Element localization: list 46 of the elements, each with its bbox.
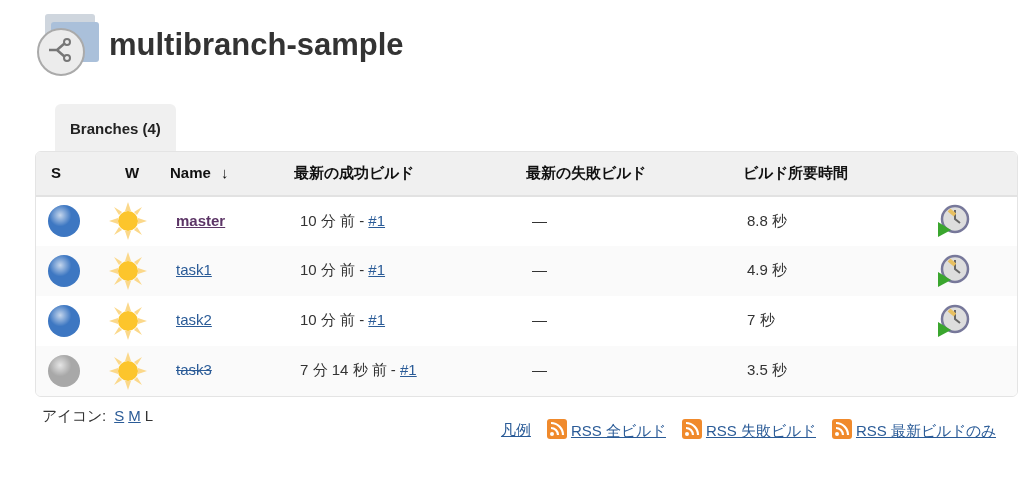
sun-icon xyxy=(108,250,148,291)
table-cell-text: 7 分 14 秒 前 - xyxy=(300,361,397,379)
rss-icon[interactable] xyxy=(681,418,702,439)
icon-size-link[interactable]: S xyxy=(114,406,125,424)
column-header: 最新の成功ビルド xyxy=(294,163,414,181)
branch-link[interactable]: master xyxy=(176,211,226,229)
icon-size-label: アイコン: xyxy=(42,406,107,424)
build-link[interactable]: #1 xyxy=(368,261,386,279)
sun-icon xyxy=(108,300,148,341)
branch-link[interactable]: task2 xyxy=(176,311,212,329)
table-cell: 8.8 秒 xyxy=(747,211,788,229)
table-cell: — xyxy=(532,361,547,379)
column-header: ビルド所要時間 xyxy=(743,163,848,181)
tab[interactable]: Branches (4) xyxy=(55,104,176,151)
sort-arrow-icon: ↓ xyxy=(221,163,229,181)
page-title: multibranch-sample xyxy=(109,25,404,64)
sun-icon xyxy=(108,201,148,241)
rss-link[interactable]: RSS 失敗ビルド xyxy=(705,421,816,439)
sun-icon xyxy=(108,350,148,391)
table-cell-text: 10 分 前 - xyxy=(300,261,366,279)
build-link[interactable]: #1 xyxy=(368,211,386,229)
table-cell: 7 秒 xyxy=(747,311,775,329)
table-cell-text: 10 分 前 - xyxy=(300,311,366,329)
table-cell: — xyxy=(532,211,547,229)
rss-icon[interactable] xyxy=(546,418,567,439)
column-header: W xyxy=(125,163,140,181)
folder-branch-icon xyxy=(35,12,101,78)
icon-size-current: L xyxy=(144,406,154,424)
table-cell: 4.9 秒 xyxy=(747,261,788,279)
rss-link[interactable]: RSS 最新ビルドのみ xyxy=(856,421,996,439)
table-cell: — xyxy=(532,311,547,329)
legend-link[interactable]: 凡例 xyxy=(500,420,531,438)
column-header[interactable]: Name xyxy=(170,163,211,181)
schedule-build-icon[interactable] xyxy=(936,204,970,238)
table-cell: — xyxy=(532,261,547,279)
build-link[interactable]: #1 xyxy=(368,311,386,329)
schedule-build-icon[interactable] xyxy=(936,253,970,288)
rss-link[interactable]: RSS 全ビルド xyxy=(570,421,666,439)
column-header: 最新の失敗ビルド xyxy=(526,163,646,181)
rss-icon[interactable] xyxy=(832,418,852,439)
table-cell-text: 10 分 前 - xyxy=(300,211,366,229)
table-cell: 3.5 秒 xyxy=(747,361,788,379)
column-header: S xyxy=(51,163,61,181)
schedule-build-icon[interactable] xyxy=(936,303,970,338)
branch-link[interactable]: task1 xyxy=(176,261,212,279)
icon-size-link[interactable]: M xyxy=(128,406,141,424)
